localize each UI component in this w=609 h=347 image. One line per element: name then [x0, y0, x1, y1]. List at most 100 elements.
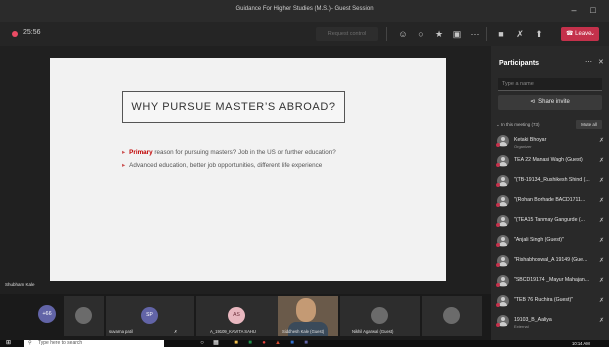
slide-bullets: ▸ Primary reason for pursuing masters? Jo… — [122, 149, 442, 175]
avatar — [496, 255, 509, 267]
taskbar-search-placeholder: Type here to search — [38, 340, 83, 346]
participant-row[interactable]: "TEB 76 Ruchira (Guest)" ✗ — [496, 292, 607, 312]
participant-row[interactable]: Ketaki Bhoyar Organizer ✗ — [496, 132, 607, 152]
task-view-icon[interactable]: ▦ — [212, 340, 220, 347]
minimize-icon[interactable]: – — [567, 4, 581, 16]
participant-name: "Rishabhoswal_A 19149 (Gue... — [514, 257, 588, 263]
bullet-highlight: Primary — [129, 149, 153, 156]
more-actions-icon[interactable]: ⋯ — [468, 27, 482, 41]
toolbar-divider — [386, 27, 387, 41]
in-meeting-label: In this meeting (73) — [501, 122, 540, 127]
tile-label: A_19109_KAVITA SAHU — [210, 329, 256, 334]
participant-name: 19103_B_Aaliya — [514, 317, 552, 323]
participant-name: "(TEA15 Tanmay Gangurde (... — [514, 217, 585, 223]
search-icon: ⚲ — [28, 340, 32, 346]
slide-title-box: WHY PURSUE MASTER’S ABROAD? — [122, 91, 345, 123]
mic-off-icon: ✗ — [599, 298, 605, 304]
avatar: AS — [228, 307, 245, 324]
maximize-icon[interactable]: □ — [586, 4, 600, 16]
avatar: SP — [141, 307, 158, 324]
close-icon[interactable]: ✕ — [598, 58, 604, 66]
in-meeting-header[interactable]: ⌄ In this meeting (73) — [496, 122, 540, 128]
participant-row[interactable]: 19103_B_Aaliya External ✗ — [496, 312, 607, 332]
participant-name: "TEB 76 Ruchira (Guest)" — [514, 297, 574, 303]
presentation-slide: WHY PURSUE MASTER’S ABROAD? ▸ Primary rea… — [50, 58, 446, 281]
video-tile[interactable] — [422, 296, 482, 336]
panel-title: Participants — [499, 60, 540, 67]
mute-all-button[interactable]: Mute all — [576, 120, 602, 129]
video-tile[interactable]: Siddhesh Kale (Guest) — [278, 296, 338, 336]
rooms-icon[interactable]: ▣ — [450, 27, 464, 41]
more-participants-badge[interactable]: +66 — [38, 305, 56, 323]
excel-icon[interactable]: ■ — [246, 340, 254, 347]
chevron-down-icon[interactable]: ⌄ — [590, 27, 595, 41]
avatar — [443, 307, 460, 324]
video-tile[interactable]: SP suvarna patil ✗ — [106, 296, 194, 336]
camera-off-icon[interactable]: ■ — [494, 27, 508, 41]
recording-icon — [12, 31, 18, 37]
slide-bullet: ▸ Advanced education, better job opportun… — [122, 162, 442, 169]
participant-name: "(Rohan Borhade BACD1711... — [514, 197, 586, 203]
chrome-icon[interactable]: ● — [260, 340, 268, 347]
file-explorer-icon[interactable]: ■ — [232, 340, 240, 347]
share-screen-icon[interactable]: ⬆ — [532, 27, 546, 41]
participant-row[interactable]: "(Rohan Borhade BACD1711... ✗ — [496, 192, 607, 212]
bullet-text: reason for pursuing masters? Job in the … — [152, 149, 336, 156]
bullet-icon: ▸ — [122, 149, 126, 156]
request-control-button[interactable]: Request control — [316, 27, 378, 41]
avatar — [496, 195, 509, 207]
taskbar: ⊞ ⚲ Type here to search ○ ▦ ■ ■ ● ▲ ■ ■ 1… — [0, 340, 609, 347]
acrobat-icon[interactable]: ▲ — [274, 340, 282, 347]
mic-off-icon[interactable]: ✗ — [513, 27, 527, 41]
participant-search-input[interactable]: Type a name — [498, 78, 602, 91]
participant-role: Organizer — [514, 144, 532, 149]
share-invite-label: Share invite — [538, 99, 570, 105]
avatar — [496, 315, 509, 327]
participant-role: External — [514, 324, 529, 329]
meeting-timer: 25:56 — [23, 29, 41, 36]
presenter-name: Shubham Kale — [5, 282, 35, 287]
mic-off-icon: ✗ — [599, 158, 605, 164]
bullet-icon: ▸ — [122, 162, 126, 169]
participant-row[interactable]: "(TB-19134_Rushikesh Shind (... ✗ — [496, 172, 607, 192]
mic-off-icon: ✗ — [174, 329, 178, 334]
mic-off-icon: ✗ — [599, 138, 605, 144]
participant-row[interactable]: "(TEA15 Tanmay Gangurde (... ✗ — [496, 212, 607, 232]
participant-name: "Anjali Singh (Guest)" — [514, 237, 564, 243]
phone-icon: ☎ — [566, 31, 574, 37]
mic-off-icon: ✗ — [599, 318, 605, 324]
mic-off-icon: ✗ — [599, 198, 605, 204]
avatar — [371, 307, 388, 324]
reactions-icon[interactable]: ★ — [432, 27, 446, 41]
taskbar-search-input[interactable]: ⚲ Type here to search — [24, 340, 164, 347]
avatar — [496, 275, 509, 287]
participant-row[interactable]: "Anjali Singh (Guest)" ✗ — [496, 232, 607, 252]
window-title: Guidance For Higher Studies (M.S.)- Gues… — [235, 6, 374, 12]
teams-icon[interactable]: ■ — [302, 340, 310, 347]
participant-video — [296, 298, 316, 322]
video-tile[interactable]: AS A_19109_KAVITA SAHU — [196, 296, 278, 336]
participant-row[interactable]: TEA 22 Manasi Wagh (Guest) ✗ — [496, 152, 607, 172]
clock[interactable]: 10:14 AM — [572, 340, 590, 347]
video-tile[interactable] — [64, 296, 104, 336]
tile-label: Nikhil Agarwal (Guest) — [352, 329, 394, 334]
participants-icon[interactable]: ☺ — [396, 27, 410, 41]
video-strip: +66 SP suvarna patil ✗ AS A_19109_KAVITA… — [0, 294, 491, 340]
share-invite-button[interactable]: ⊲ Share invite — [498, 95, 602, 110]
shared-screen: WHY PURSUE MASTER’S ABROAD? ▸ Primary rea… — [0, 46, 491, 294]
windows-start-icon[interactable]: ⊞ — [6, 340, 12, 346]
participant-row[interactable]: "Rishabhoswal_A 19149 (Gue... ✗ — [496, 252, 607, 272]
mic-off-icon: ✗ — [599, 258, 605, 264]
word-icon[interactable]: ■ — [288, 340, 296, 347]
avatar — [75, 307, 92, 324]
participant-name: TEA 22 Manasi Wagh (Guest) — [514, 157, 583, 163]
chat-icon[interactable]: ○ — [414, 27, 428, 41]
participant-name: "(TB-19134_Rushikesh Shind (... — [514, 177, 590, 183]
participant-row[interactable]: "SBCD19174 _Mayur Mahajan... ✗ — [496, 272, 607, 292]
more-options-icon[interactable]: ⋯ — [585, 58, 592, 66]
mic-off-icon: ✗ — [599, 178, 605, 184]
video-tile[interactable]: Nikhil Agarwal (Guest) — [340, 296, 420, 336]
leave-button[interactable]: ☎ Leave ⌄ — [561, 27, 599, 41]
tile-label: suvarna patil — [109, 329, 133, 334]
cortana-icon[interactable]: ○ — [198, 340, 206, 347]
